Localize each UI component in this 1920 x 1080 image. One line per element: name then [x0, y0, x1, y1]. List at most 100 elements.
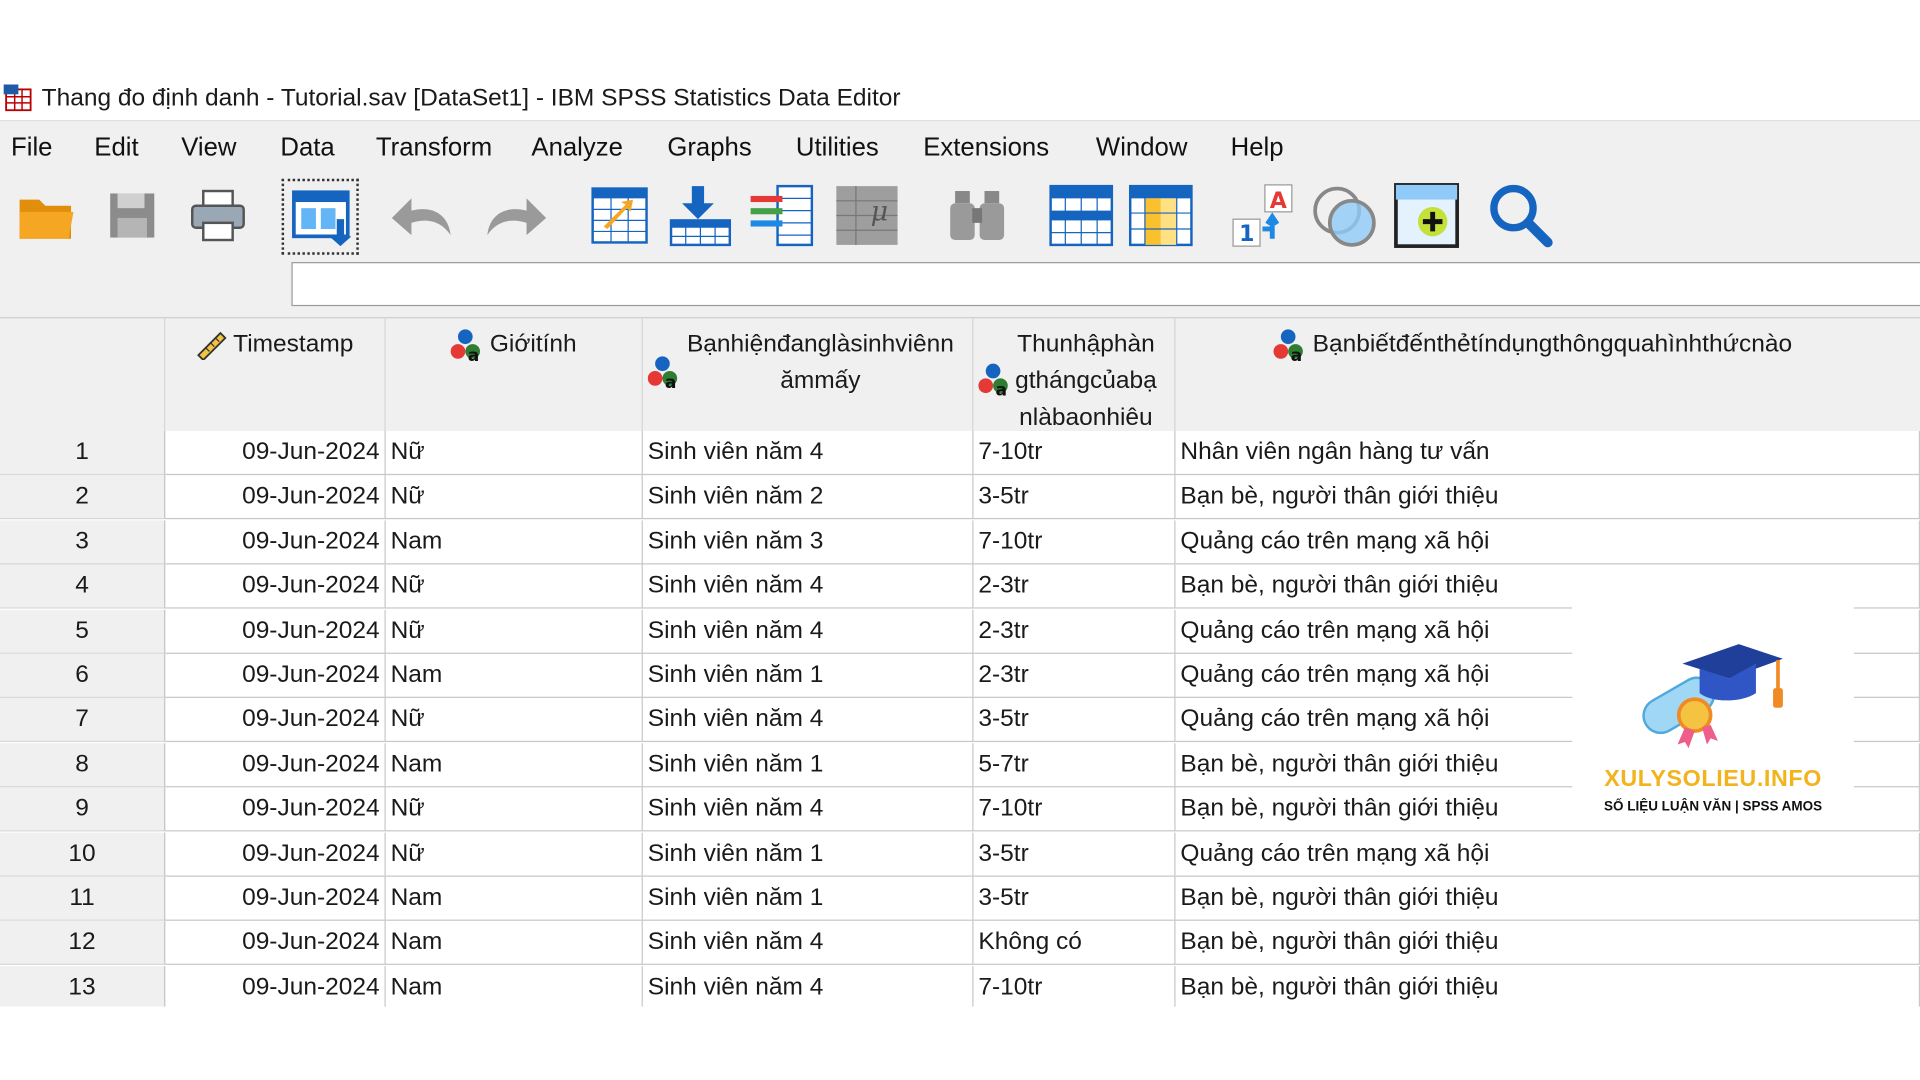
cell-gioi-tinh[interactable]: Nam: [385, 743, 643, 788]
run-descriptives-icon[interactable]: μ: [833, 181, 902, 250]
menu-analyze[interactable]: Analyze: [531, 133, 622, 162]
insert-cases-icon[interactable]: [1047, 181, 1116, 250]
cell-timestamp[interactable]: 09-Jun-2024: [165, 564, 386, 609]
menu-view[interactable]: View: [181, 133, 236, 162]
redo-icon[interactable]: [480, 181, 549, 250]
cell-value-input[interactable]: [291, 262, 1920, 307]
cell-timestamp[interactable]: 09-Jun-2024: [165, 876, 386, 921]
row-number-header[interactable]: 2: [0, 475, 166, 520]
cell-gioi-tinh[interactable]: Nữ: [385, 475, 643, 520]
cell-hinh-thuc[interactable]: Bạn bè, người thân giới thiệu: [1175, 475, 1920, 520]
cell-timestamp[interactable]: 09-Jun-2024: [165, 609, 386, 654]
cell-gioi-tinh[interactable]: Nữ: [385, 431, 643, 476]
print-icon[interactable]: [184, 181, 253, 250]
cell-sinh-vien-nam[interactable]: Sinh viên năm 1: [642, 743, 974, 788]
column-header-timestamp[interactable]: Timestamp: [165, 318, 386, 432]
column-header-thu-nhap[interactable]: a Thunhậphàn gthángcủabạ nlàbaonhiêu: [973, 318, 1176, 432]
cell-sinh-vien-nam[interactable]: Sinh viên năm 4: [642, 609, 974, 654]
row-number-header[interactable]: 10: [0, 832, 166, 877]
cell-sinh-vien-nam[interactable]: Sinh viên năm 1: [642, 876, 974, 921]
menu-data[interactable]: Data: [280, 133, 334, 162]
cell-sinh-vien-nam[interactable]: Sinh viên năm 3: [642, 520, 974, 565]
cell-gioi-tinh[interactable]: Nữ: [385, 609, 643, 654]
cell-gioi-tinh[interactable]: Nữ: [385, 698, 643, 743]
undo-icon[interactable]: [389, 181, 458, 250]
cell-sinh-vien-nam[interactable]: Sinh viên năm 4: [642, 564, 974, 609]
column-header-gioi-tinh[interactable]: a Giớitính: [385, 318, 643, 432]
save-icon[interactable]: [98, 181, 167, 250]
cell-gioi-tinh[interactable]: Nam: [385, 921, 643, 966]
cell-gioi-tinh[interactable]: Nữ: [385, 832, 643, 877]
cell-timestamp[interactable]: 09-Jun-2024: [165, 653, 386, 698]
split-file-icon[interactable]: A1: [1229, 181, 1298, 250]
cell-timestamp[interactable]: 09-Jun-2024: [165, 921, 386, 966]
go-to-variable-icon[interactable]: [666, 181, 735, 250]
row-number-header[interactable]: 9: [0, 787, 166, 832]
cell-gioi-tinh[interactable]: Nam: [385, 520, 643, 565]
cell-sinh-vien-nam[interactable]: Sinh viên năm 1: [642, 832, 974, 877]
cell-thu-nhap[interactable]: 3-5tr: [973, 698, 1176, 743]
cell-sinh-vien-nam[interactable]: Sinh viên năm 4: [642, 921, 974, 966]
menu-graphs[interactable]: Graphs: [667, 133, 751, 162]
cell-gioi-tinh[interactable]: Nam: [385, 653, 643, 698]
cell-thu-nhap[interactable]: 7-10tr: [973, 431, 1176, 476]
cell-gioi-tinh[interactable]: Nữ: [385, 564, 643, 609]
cell-hinh-thuc[interactable]: Bạn bè, người thân giới thiệu: [1176, 965, 1920, 1007]
row-number-header[interactable]: 11: [0, 876, 166, 921]
cell-hinh-thuc[interactable]: Bạn bè, người thân giới thiệu: [1175, 921, 1920, 966]
cell-hinh-thuc[interactable]: Bạn bè, người thân giới thiệu: [1175, 876, 1920, 921]
cell-timestamp[interactable]: 09-Jun-2024: [165, 520, 386, 565]
column-header-hinh-thuc[interactable]: a Bạnbiếtđếnthẻtíndụngthôngquahìnhthứcnà…: [1175, 318, 1920, 432]
cell-sinh-vien-nam[interactable]: Sinh viên năm 4: [643, 965, 974, 1007]
cell-timestamp[interactable]: 09-Jun-2024: [165, 965, 386, 1007]
menu-extensions[interactable]: Extensions: [923, 133, 1049, 162]
cell-sinh-vien-nam[interactable]: Sinh viên năm 1: [642, 653, 974, 698]
variables-icon[interactable]: [747, 181, 816, 250]
cell-thu-nhap[interactable]: Không có: [973, 921, 1176, 966]
insert-variable-icon[interactable]: [1127, 181, 1196, 250]
row-number-header[interactable]: 13: [0, 965, 166, 1007]
menu-window[interactable]: Window: [1096, 133, 1187, 162]
cell-hinh-thuc[interactable]: Quảng cáo trên mạng xã hội: [1175, 520, 1920, 565]
cell-timestamp[interactable]: 09-Jun-2024: [165, 743, 386, 788]
cell-sinh-vien-nam[interactable]: Sinh viên năm 4: [642, 431, 974, 476]
cell-gioi-tinh[interactable]: Nam: [386, 965, 643, 1007]
row-number-header[interactable]: 4: [0, 564, 166, 609]
cell-hinh-thuc[interactable]: Quảng cáo trên mạng xã hội: [1175, 832, 1920, 877]
cell-gioi-tinh[interactable]: Nam: [385, 876, 643, 921]
cell-thu-nhap[interactable]: 3-5tr: [973, 475, 1176, 520]
cell-sinh-vien-nam[interactable]: Sinh viên năm 4: [642, 787, 974, 832]
cell-timestamp[interactable]: 09-Jun-2024: [165, 698, 386, 743]
cell-thu-nhap[interactable]: 7-10tr: [973, 787, 1176, 832]
menu-help[interactable]: Help: [1231, 133, 1284, 162]
column-header-sinh-vien-nam[interactable]: a Bạnhiệnđanglàsinhviênn ămmấy: [642, 318, 974, 432]
recall-dialog-icon[interactable]: [281, 178, 359, 255]
select-cases-icon[interactable]: [1310, 181, 1379, 250]
cell-thu-nhap[interactable]: 2-3tr: [973, 609, 1176, 654]
cell-timestamp[interactable]: 09-Jun-2024: [165, 787, 386, 832]
cell-timestamp[interactable]: 09-Jun-2024: [165, 475, 386, 520]
row-number-header[interactable]: 8: [0, 743, 166, 788]
cell-sinh-vien-nam[interactable]: Sinh viên năm 4: [642, 698, 974, 743]
row-number-header[interactable]: 5: [0, 609, 166, 654]
row-number-header[interactable]: 7: [0, 698, 166, 743]
cell-thu-nhap[interactable]: 3-5tr: [973, 832, 1176, 877]
row-number-header[interactable]: 12: [0, 921, 166, 966]
cell-thu-nhap[interactable]: 2-3tr: [973, 653, 1176, 698]
menu-transform[interactable]: Transform: [376, 133, 492, 162]
cell-sinh-vien-nam[interactable]: Sinh viên năm 2: [642, 475, 974, 520]
menu-edit[interactable]: Edit: [94, 133, 138, 162]
value-labels-icon[interactable]: [1392, 181, 1461, 250]
open-folder-icon[interactable]: [12, 181, 81, 250]
cell-gioi-tinh[interactable]: Nữ: [385, 787, 643, 832]
cell-thu-nhap[interactable]: 7-10tr: [973, 520, 1176, 565]
menu-file[interactable]: File: [11, 133, 52, 162]
cell-thu-nhap[interactable]: 7-10tr: [973, 965, 1176, 1007]
cell-hinh-thuc[interactable]: Nhân viên ngân hàng tư vấn: [1175, 431, 1920, 476]
search-icon[interactable]: [1487, 181, 1556, 250]
find-icon[interactable]: [943, 181, 1012, 250]
go-to-case-icon[interactable]: [585, 181, 654, 250]
row-number-header[interactable]: 1: [0, 431, 166, 476]
cell-thu-nhap[interactable]: 2-3tr: [973, 564, 1176, 609]
cell-timestamp[interactable]: 09-Jun-2024: [165, 832, 386, 877]
